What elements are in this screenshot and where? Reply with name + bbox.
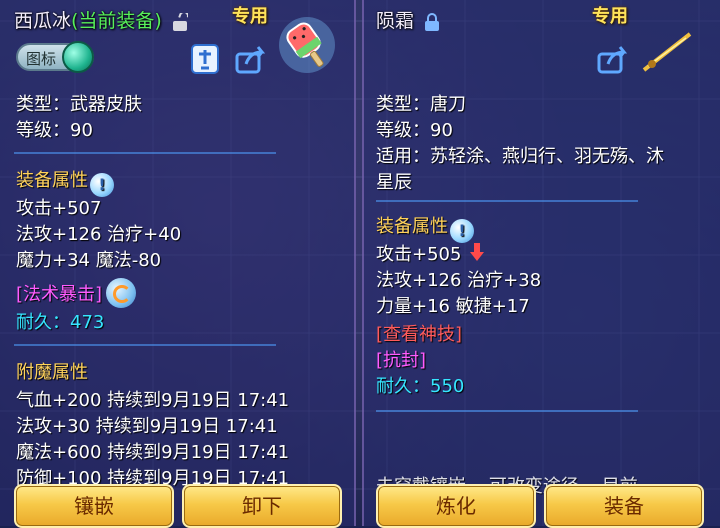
wardrobe-icon[interactable]	[188, 42, 222, 76]
enchant-line: 气血+200 持续到9月19日 17:41	[16, 390, 290, 411]
equip-button[interactable]: 装备	[544, 484, 704, 528]
equipped-tag: (当前装备)	[71, 10, 162, 32]
stat-line: 魔力+34 魔法-80	[16, 250, 162, 271]
item-level: 等级：90	[16, 120, 93, 141]
icon-toggle-label: 图标	[26, 50, 57, 68]
suitable-roles-cont: 星辰	[376, 172, 412, 193]
divider	[14, 152, 276, 154]
equip-attr-title: 装备属性	[376, 216, 448, 237]
skill-line: [法术暴击]	[16, 278, 137, 308]
stat-line: 法攻+126 治疗+40	[16, 224, 182, 245]
share-icon[interactable]	[234, 42, 268, 76]
item-type: 类型：武器皮肤	[16, 94, 142, 115]
lock-icon[interactable]	[424, 12, 440, 31]
durability: 耐久：473	[16, 312, 105, 333]
unlock-icon[interactable]	[172, 12, 188, 31]
durability: 耐久：550	[376, 376, 465, 397]
compare-item-panel: 陨霜 专用 类型：唐刀 等级：90 适用：苏轻涂、燕归行、羽无殇、沐 星辰 装备…	[362, 0, 720, 528]
inlay-button[interactable]: 镶嵌	[14, 484, 174, 528]
divider	[376, 410, 638, 412]
equip-attr-title: 装备属性	[16, 170, 88, 191]
seal-resist: [抗封]	[376, 350, 427, 371]
exclusive-label: 专用	[592, 6, 628, 27]
stat-line: 力量+16 敏捷+17	[376, 296, 530, 317]
share-icon[interactable]	[596, 42, 630, 76]
item-title: 西瓜冰(当前装备)	[14, 6, 188, 33]
stat-line: 攻击+505	[376, 244, 462, 265]
equip-attr-section: 装备属性!	[16, 166, 114, 197]
item-name: 西瓜冰	[14, 10, 72, 32]
stat-line: 法攻+126 治疗+38	[376, 270, 542, 291]
divider	[376, 200, 638, 202]
item-name: 陨霜	[376, 10, 415, 32]
tang-sword-icon	[642, 32, 692, 72]
item-level: 等级：90	[376, 120, 453, 141]
icon-toggle[interactable]: 图标	[16, 41, 94, 73]
divider	[14, 344, 276, 346]
unequip-button[interactable]: 卸下	[182, 484, 342, 528]
current-item-panel: 西瓜冰(当前装备) 专用 图标 类型：武器皮肤 等级：90 装备属性! 攻击+5…	[0, 0, 356, 528]
equip-attr-section: 装备属性!	[376, 212, 474, 243]
watermelon-popsicle-icon	[279, 17, 335, 73]
toggle-knob	[62, 41, 94, 73]
refine-button[interactable]: 炼化	[376, 484, 536, 528]
view-skill-link[interactable]: [查看神技]	[376, 320, 462, 346]
exclusive-label: 专用	[232, 6, 268, 27]
enchant-line: 法攻+30 持续到9月19日 17:41	[16, 416, 278, 437]
enchant-title: 附魔属性	[16, 362, 88, 383]
suitable-roles: 适用：苏轻涂、燕归行、羽无殇、沐	[376, 146, 664, 167]
skill-name[interactable]: [法术暴击]	[16, 284, 102, 305]
item-title: 陨霜	[376, 6, 440, 33]
stat-line: 攻击+507	[16, 198, 102, 219]
item-type: 类型：唐刀	[376, 94, 466, 115]
enchant-line: 魔法+600 持续到9月19日 17:41	[16, 442, 290, 463]
decrease-arrow-icon	[470, 243, 485, 261]
refresh-icon[interactable]	[106, 278, 137, 308]
stat-line-attack: 攻击+505	[376, 240, 485, 266]
